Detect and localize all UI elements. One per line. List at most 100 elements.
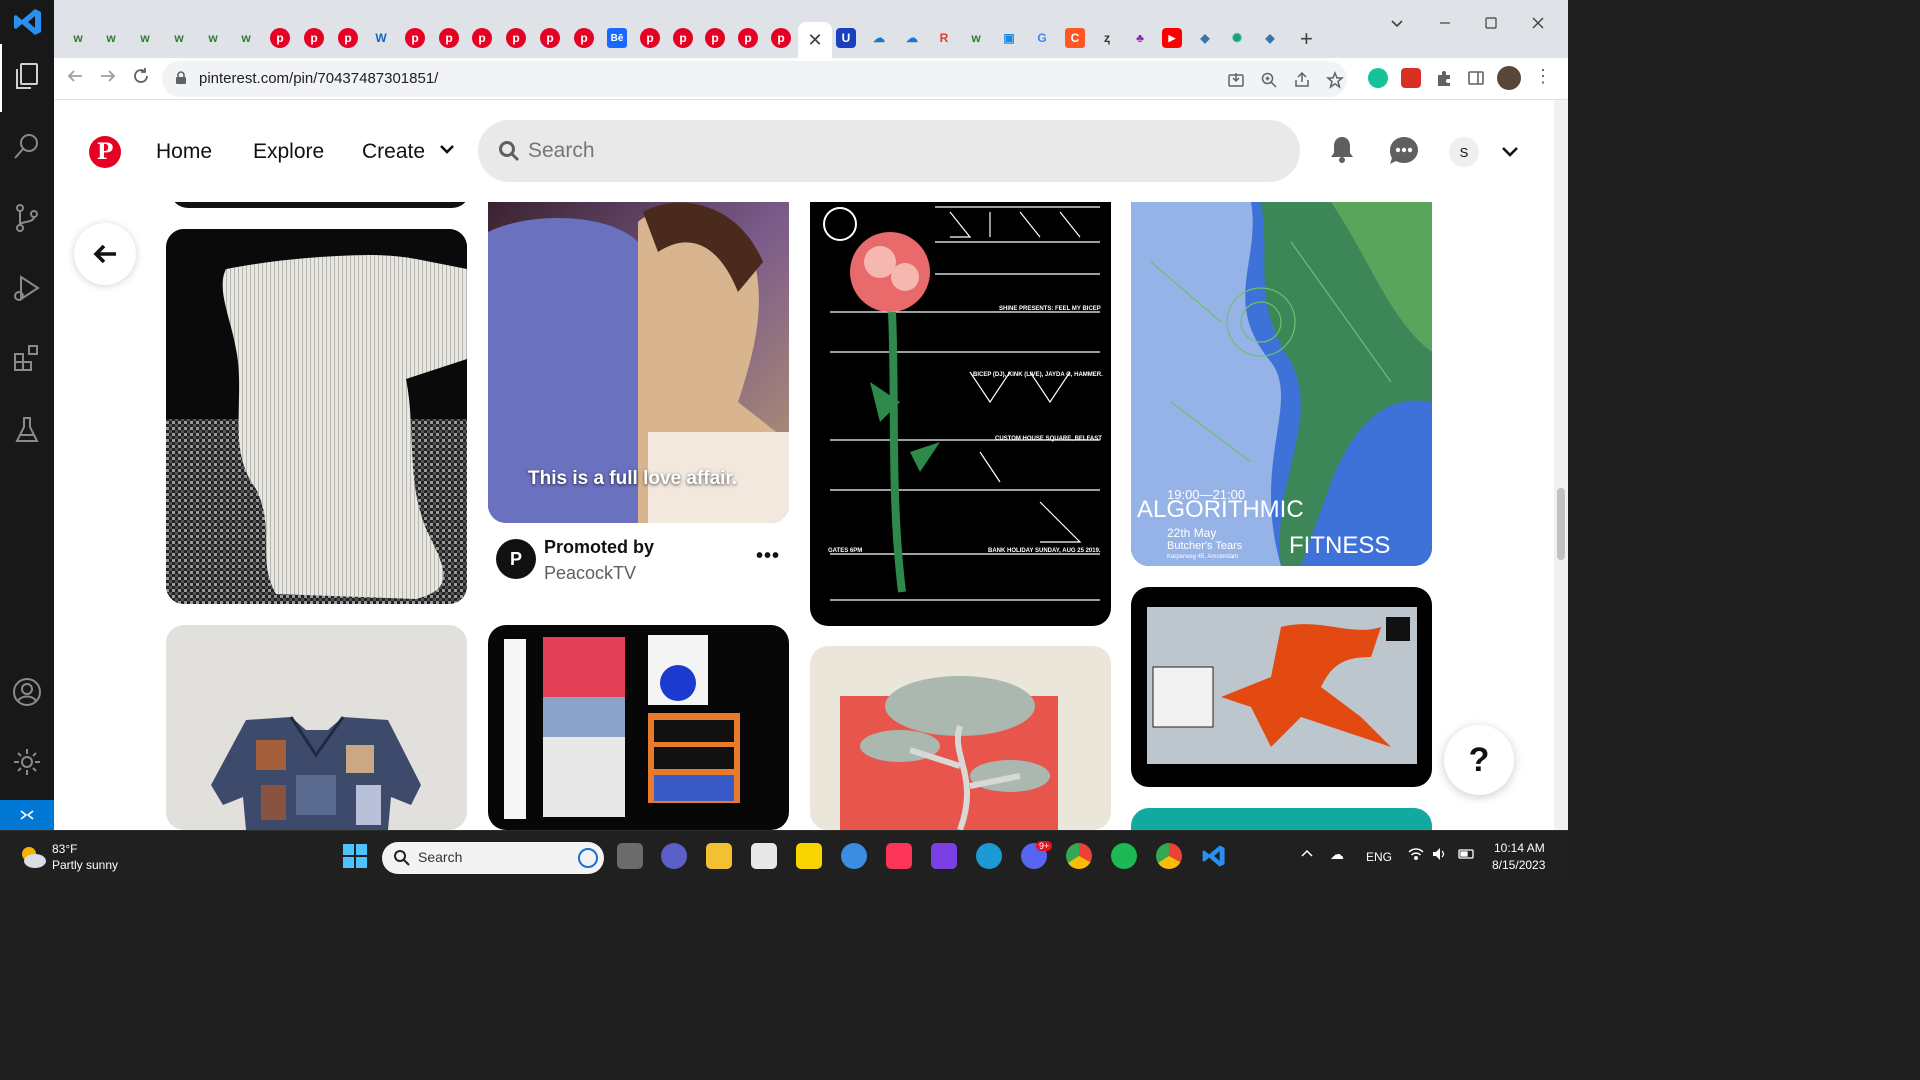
source-control-icon[interactable] bbox=[11, 202, 43, 234]
active-tab-close-icon[interactable]: ✕ bbox=[798, 22, 832, 58]
tab-c-icon[interactable]: C bbox=[1065, 28, 1085, 48]
pin-teal-partial[interactable] bbox=[1131, 808, 1432, 830]
share-icon[interactable] bbox=[1293, 71, 1311, 89]
extensions-icon[interactable] bbox=[11, 342, 43, 374]
pin-algorithmic-fitness-poster[interactable]: 19:00—21:00 ALGORITHMIC 22th May Butcher… bbox=[1131, 202, 1432, 566]
edge-icon[interactable] bbox=[976, 843, 1002, 869]
pinterest-search-bar[interactable] bbox=[478, 120, 1300, 182]
nav-create[interactable]: Create bbox=[362, 140, 455, 164]
grammarly-extension-icon[interactable] bbox=[1368, 68, 1388, 88]
tab-wix-icon[interactable]: w bbox=[135, 28, 155, 48]
forward-arrow-icon[interactable] bbox=[99, 67, 117, 90]
notifications-bell-icon[interactable] bbox=[1327, 135, 1357, 165]
tab-cloud-icon[interactable]: ☁ bbox=[869, 28, 889, 48]
tab-python-icon[interactable]: ◆ bbox=[1260, 28, 1280, 48]
teams-chat-icon[interactable] bbox=[661, 843, 687, 869]
back-arrow-icon[interactable] bbox=[66, 67, 84, 90]
reload-icon[interactable] bbox=[132, 67, 150, 90]
tab-wix-icon[interactable]: w bbox=[203, 28, 223, 48]
tab-feather-icon[interactable]: ⱬ bbox=[1097, 28, 1117, 48]
address-bar[interactable]: pinterest.com/pin/70437487301851/ bbox=[162, 61, 1347, 97]
clock-date[interactable]: 8/15/2023 bbox=[1492, 858, 1545, 872]
peacock-avatar[interactable]: P bbox=[496, 539, 536, 579]
tab-pinterest-icon[interactable]: p bbox=[640, 28, 660, 48]
tab-google-icon[interactable]: G bbox=[1032, 28, 1052, 48]
tab-pinterest-icon[interactable]: p bbox=[771, 28, 791, 48]
user-avatar[interactable]: S bbox=[1449, 137, 1479, 167]
tab-pinterest-icon[interactable]: p bbox=[574, 28, 594, 48]
zoom-icon[interactable] bbox=[1260, 71, 1278, 89]
minimize-icon[interactable] bbox=[1438, 16, 1452, 35]
chrome-profile-icon[interactable] bbox=[1156, 843, 1182, 869]
red-extension-icon[interactable] bbox=[1401, 68, 1421, 88]
itunes-icon[interactable] bbox=[886, 843, 912, 869]
tab-pinterest-icon[interactable]: p bbox=[540, 28, 560, 48]
tab-pinterest-icon[interactable]: p bbox=[738, 28, 758, 48]
python-idle-icon[interactable] bbox=[841, 843, 867, 869]
testing-icon[interactable] bbox=[11, 414, 43, 446]
sticky-notes-icon[interactable] bbox=[796, 843, 822, 869]
tab-tv-icon[interactable]: ▣ bbox=[999, 28, 1019, 48]
tab-behance-icon[interactable]: Bē bbox=[607, 28, 627, 48]
tab-pinterest-icon[interactable]: p bbox=[673, 28, 693, 48]
window-close-icon[interactable] bbox=[1531, 16, 1545, 35]
wifi-icon[interactable] bbox=[1408, 847, 1424, 864]
tab-cloud-icon[interactable]: ☁ bbox=[902, 28, 922, 48]
clock-time[interactable]: 10:14 AM bbox=[1494, 841, 1545, 855]
snipping-tool-icon[interactable] bbox=[751, 843, 777, 869]
tray-cloud-off-icon[interactable]: ☁ bbox=[1330, 846, 1344, 863]
pin-patchwork-shirt[interactable] bbox=[166, 625, 467, 830]
volume-icon[interactable] bbox=[1432, 847, 1448, 864]
search-input[interactable] bbox=[528, 134, 1228, 168]
accounts-icon[interactable] bbox=[11, 676, 43, 708]
clipchamp-icon[interactable] bbox=[931, 843, 957, 869]
pin-bonsai-print[interactable] bbox=[810, 646, 1111, 830]
settings-gear-icon[interactable] bbox=[11, 746, 43, 778]
run-debug-icon[interactable] bbox=[11, 272, 43, 304]
tab-python-icon[interactable]: ◆ bbox=[1195, 28, 1215, 48]
tray-chevron-up-icon[interactable] bbox=[1300, 847, 1314, 861]
taskbar-search[interactable]: Search bbox=[382, 842, 604, 874]
scrollbar-thumb[interactable] bbox=[1557, 488, 1565, 560]
tab-wix-icon[interactable]: w bbox=[966, 28, 986, 48]
tab-search-chevron-icon[interactable] bbox=[1390, 16, 1404, 34]
nav-home[interactable]: Home bbox=[156, 140, 212, 164]
page-scrollbar[interactable] bbox=[1554, 100, 1568, 830]
vscode-taskbar-icon[interactable] bbox=[1201, 843, 1227, 869]
chrome-menu-icon[interactable]: ⋮ bbox=[1534, 66, 1552, 87]
bookmark-star-icon[interactable] bbox=[1326, 70, 1344, 89]
tab-figure-icon[interactable]: ♣ bbox=[1130, 28, 1150, 48]
remote-indicator-icon[interactable] bbox=[0, 800, 54, 830]
battery-icon[interactable] bbox=[1458, 848, 1476, 863]
more-options-icon[interactable]: ••• bbox=[756, 545, 780, 568]
pin-collage-poster[interactable] bbox=[488, 625, 789, 830]
nav-explore[interactable]: Explore bbox=[253, 140, 324, 164]
spotify-icon[interactable] bbox=[1111, 843, 1137, 869]
task-view-icon[interactable] bbox=[617, 843, 643, 869]
pin-love-affair-video[interactable]: This is a full love affair. bbox=[488, 202, 789, 523]
pin-orange-tree-print[interactable] bbox=[1131, 587, 1432, 787]
install-app-icon[interactable] bbox=[1227, 71, 1245, 89]
new-tab-button[interactable]: + bbox=[1300, 26, 1313, 52]
tab-w-blue-icon[interactable]: W bbox=[371, 28, 391, 48]
advertiser-name[interactable]: PeacockTV bbox=[544, 563, 636, 584]
tab-pinterest-icon[interactable]: p bbox=[506, 28, 526, 48]
chrome-icon[interactable] bbox=[1066, 843, 1092, 869]
messages-icon[interactable] bbox=[1388, 135, 1418, 165]
tab-pinterest-icon[interactable]: p bbox=[270, 28, 290, 48]
tab-wix-icon[interactable]: w bbox=[236, 28, 256, 48]
tab-pinterest-icon[interactable]: p bbox=[405, 28, 425, 48]
file-explorer-icon[interactable] bbox=[706, 843, 732, 869]
side-panel-icon[interactable] bbox=[1466, 68, 1486, 88]
tab-wix-icon[interactable]: w bbox=[169, 28, 189, 48]
tab-wix-icon[interactable]: w bbox=[101, 28, 121, 48]
lock-icon[interactable] bbox=[174, 71, 188, 85]
extensions-puzzle-icon[interactable] bbox=[1434, 68, 1454, 88]
search-icon[interactable] bbox=[11, 130, 43, 162]
language-indicator[interactable]: ENG bbox=[1366, 850, 1392, 864]
maximize-icon[interactable] bbox=[1484, 16, 1498, 35]
windows-start-icon[interactable] bbox=[342, 843, 368, 869]
pinterest-logo-icon[interactable]: P bbox=[89, 136, 121, 168]
tab-pinterest-icon[interactable]: p bbox=[304, 28, 324, 48]
url-text[interactable]: pinterest.com/pin/70437487301851/ bbox=[199, 70, 438, 87]
